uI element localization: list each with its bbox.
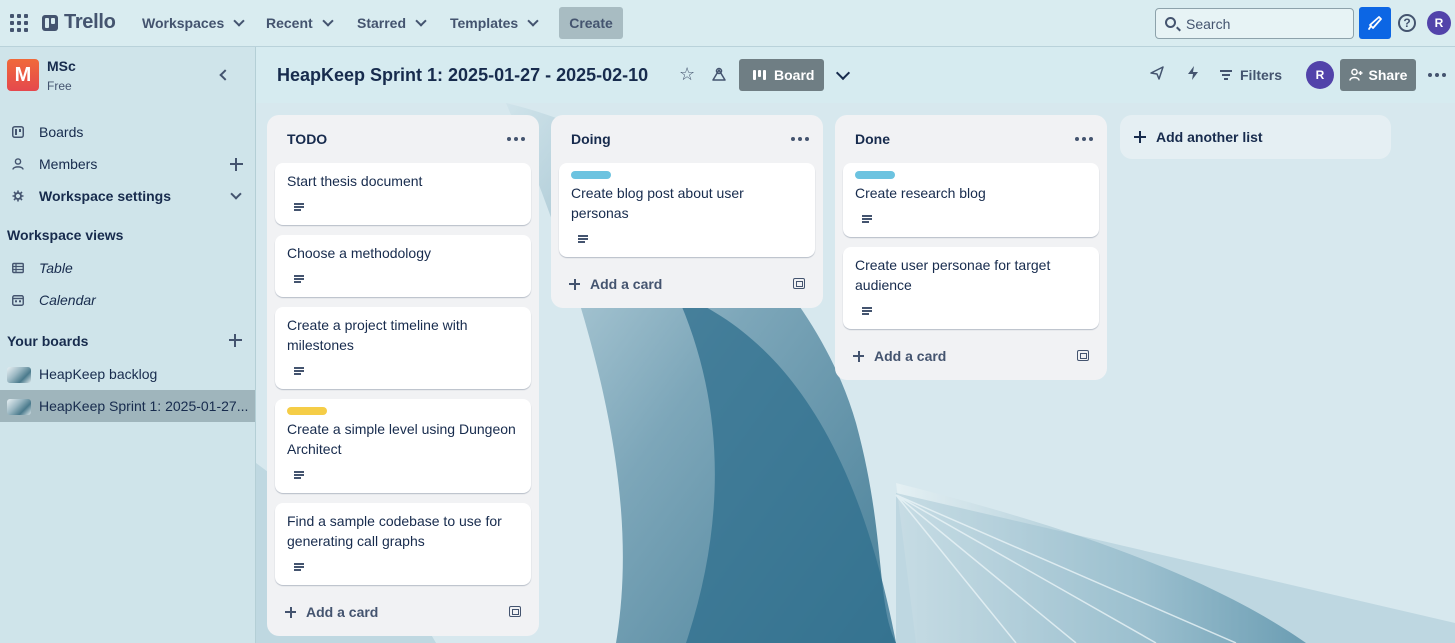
- collapse-sidebar-icon[interactable]: [219, 69, 231, 81]
- list-menu-icon[interactable]: [791, 137, 809, 141]
- description-icon: [294, 275, 304, 283]
- chevron-down-icon: [527, 15, 539, 27]
- create-from-template-icon[interactable]: [1077, 350, 1089, 361]
- description-icon: [578, 235, 588, 243]
- notifications-button[interactable]: [1359, 7, 1391, 39]
- card-label[interactable]: [571, 171, 611, 179]
- chevron-down-icon: [322, 15, 334, 27]
- description-icon: [862, 307, 872, 315]
- member-icon: [12, 158, 24, 170]
- sidebar-item-boards[interactable]: Boards: [0, 116, 255, 148]
- nav-starred-button[interactable]: Starred: [347, 7, 435, 39]
- app-switcher-icon[interactable]: [10, 14, 28, 32]
- create-button[interactable]: Create: [559, 7, 623, 39]
- sidebar-item-members[interactable]: Members: [0, 148, 255, 180]
- list-title[interactable]: Done: [855, 131, 890, 147]
- board-view-button[interactable]: Board: [739, 59, 824, 91]
- list-done: Done Create research blog Create user pe…: [835, 115, 1107, 380]
- workspace-name[interactable]: MSc: [47, 58, 76, 74]
- card-label[interactable]: [287, 407, 327, 415]
- sidebar-item-calendar[interactable]: Calendar: [0, 284, 255, 316]
- workspace-visibility-icon[interactable]: [711, 66, 727, 82]
- power-ups-icon[interactable]: [1149, 65, 1165, 81]
- board-view-icon: [753, 70, 766, 80]
- chevron-down-icon: [233, 15, 245, 27]
- add-card-button[interactable]: Add a card: [285, 604, 378, 620]
- board-member-avatar[interactable]: R: [1306, 61, 1334, 89]
- chevron-down-icon: [415, 15, 427, 27]
- description-icon: [862, 215, 872, 223]
- board-icon: [12, 126, 24, 138]
- table-icon: [12, 262, 24, 274]
- automation-icon[interactable]: [1185, 65, 1201, 81]
- chevron-down-icon[interactable]: [835, 65, 851, 81]
- description-icon: [294, 203, 304, 211]
- board-header: HeapKeep Sprint 1: 2025-01-27 - 2025-02-…: [256, 47, 1455, 103]
- card[interactable]: Create blog post about user personas: [559, 163, 815, 257]
- nav-workspaces-button[interactable]: Workspaces: [132, 7, 253, 39]
- card-label[interactable]: [855, 171, 895, 179]
- create-from-template-icon[interactable]: [509, 606, 521, 617]
- board-menu-icon[interactable]: [1428, 73, 1446, 77]
- search-icon: [1165, 17, 1176, 28]
- your-boards-heading: Your boards: [7, 333, 89, 349]
- workspace-plan: Free: [47, 79, 72, 93]
- add-member-icon[interactable]: [230, 158, 243, 171]
- star-icon[interactable]: ☆: [679, 64, 695, 85]
- card[interactable]: Create a simple level using Dungeon Arch…: [275, 399, 531, 493]
- workspace-views-heading: Workspace views: [7, 227, 124, 243]
- add-card-button[interactable]: Add a card: [569, 276, 662, 292]
- trello-logo-icon: [42, 14, 58, 31]
- calendar-icon: [12, 295, 24, 306]
- description-icon: [294, 367, 304, 375]
- help-icon[interactable]: ?: [1398, 14, 1416, 32]
- description-icon: [294, 471, 304, 479]
- megaphone-icon: [1368, 16, 1382, 30]
- user-avatar[interactable]: R: [1427, 11, 1451, 35]
- board-thumbnail: [7, 399, 31, 415]
- add-card-button[interactable]: Add a card: [853, 348, 946, 364]
- sidebar: M MSc Free Boards Members Workspace sett…: [0, 47, 256, 643]
- card[interactable]: Find a sample codebase to use for genera…: [275, 503, 531, 585]
- add-another-list-button[interactable]: Add another list: [1120, 115, 1391, 159]
- card[interactable]: Create user personae for target audience: [843, 247, 1099, 329]
- sidebar-item-workspace-settings[interactable]: Workspace settings: [0, 180, 255, 212]
- card[interactable]: Create research blog: [843, 163, 1099, 237]
- description-icon: [294, 563, 304, 571]
- board-title[interactable]: HeapKeep Sprint 1: 2025-01-27 - 2025-02-…: [277, 65, 648, 86]
- plus-icon: [853, 350, 864, 362]
- plus-icon: [1134, 131, 1146, 143]
- list-menu-icon[interactable]: [1075, 137, 1093, 141]
- list-title[interactable]: TODO: [287, 131, 327, 147]
- board-thumbnail: [7, 367, 31, 383]
- plus-icon: [569, 278, 580, 290]
- nav-templates-button[interactable]: Templates: [440, 7, 547, 39]
- sidebar-board-heapkeep-backlog[interactable]: HeapKeep backlog: [0, 358, 255, 390]
- create-from-template-icon[interactable]: [793, 278, 805, 289]
- list-doing: Doing Create blog post about user person…: [551, 115, 823, 308]
- filters-button[interactable]: Filters: [1220, 59, 1282, 91]
- add-board-icon[interactable]: [229, 334, 242, 347]
- card[interactable]: Start thesis document: [275, 163, 531, 225]
- board-canvas: TODO Start thesis document Choose a meth…: [256, 103, 1455, 643]
- card[interactable]: Create a project timeline with milestone…: [275, 307, 531, 389]
- sidebar-board-heapkeep-sprint-1[interactable]: HeapKeep Sprint 1: 2025-01-27...: [0, 390, 255, 422]
- trello-logo[interactable]: Trello: [42, 11, 116, 34]
- filter-icon: [1220, 70, 1232, 80]
- plus-icon: [285, 606, 296, 618]
- gear-icon: [12, 190, 24, 202]
- workspace-avatar[interactable]: M: [7, 59, 39, 91]
- search-input[interactable]: Search: [1155, 8, 1354, 39]
- chevron-down-icon[interactable]: [230, 188, 242, 200]
- list-title[interactable]: Doing: [571, 131, 611, 147]
- share-button[interactable]: Share: [1340, 59, 1416, 91]
- list-menu-icon[interactable]: [507, 137, 525, 141]
- list-todo: TODO Start thesis document Choose a meth…: [267, 115, 539, 636]
- add-member-icon: [1348, 68, 1363, 81]
- top-navigation-bar: Trello Workspaces Recent Starred Templat…: [0, 0, 1455, 47]
- sidebar-item-table[interactable]: Table: [0, 252, 255, 284]
- card[interactable]: Choose a methodology: [275, 235, 531, 297]
- nav-recent-button[interactable]: Recent: [256, 7, 342, 39]
